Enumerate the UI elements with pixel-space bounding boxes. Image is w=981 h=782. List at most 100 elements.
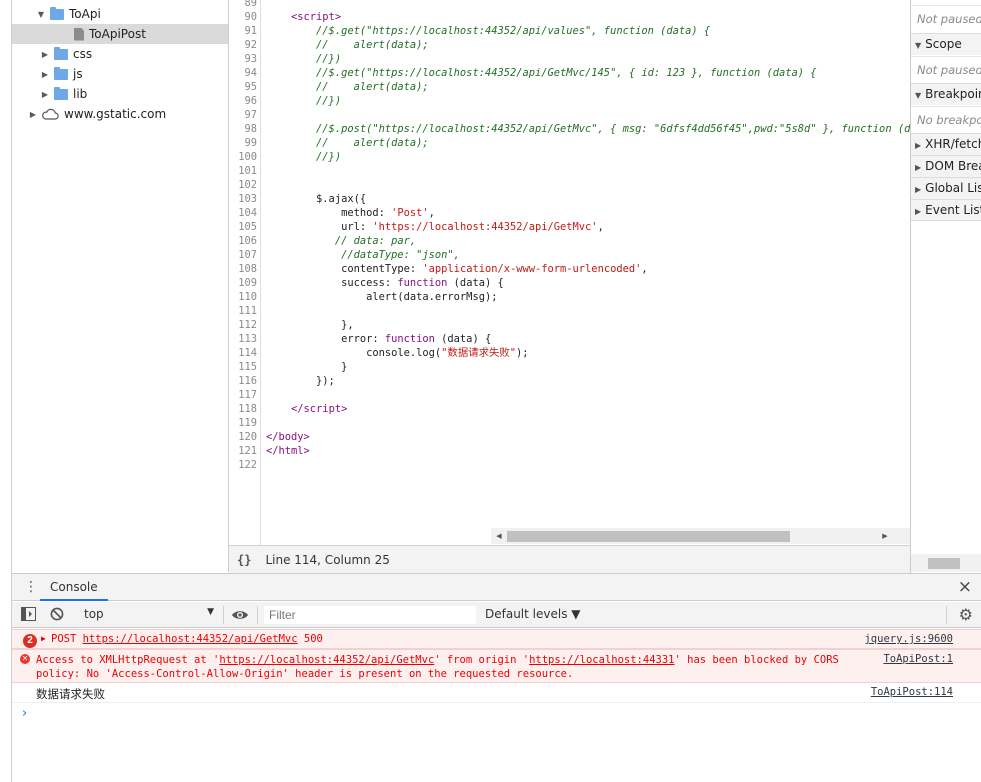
console-message-log[interactable]: 数据请求失败 ToApiPost:114 bbox=[12, 683, 981, 703]
code-line[interactable]: 102 bbox=[229, 178, 910, 192]
code-line[interactable]: 105 url: 'https://localhost:44352/api/Ge… bbox=[229, 220, 910, 234]
code-text[interactable]: } bbox=[266, 360, 347, 374]
line-number[interactable]: 116 bbox=[229, 374, 257, 388]
chevron-right-icon[interactable]: ▶ bbox=[40, 90, 50, 99]
line-number[interactable]: 93 bbox=[229, 52, 257, 66]
line-number[interactable]: 122 bbox=[229, 458, 257, 472]
code-line[interactable]: 93 //}) bbox=[229, 52, 910, 66]
line-number[interactable]: 101 bbox=[229, 164, 257, 178]
code-line[interactable]: 116 }); bbox=[229, 374, 910, 388]
line-number[interactable]: 119 bbox=[229, 416, 257, 430]
line-number[interactable]: 98 bbox=[229, 122, 257, 136]
tree-item-js[interactable]: ▶ js bbox=[12, 64, 228, 84]
code-text[interactable]: }); bbox=[266, 374, 335, 388]
code-text[interactable]: </script> bbox=[266, 402, 347, 416]
code-text[interactable]: //$.post("https://localhost:44352/api/Ge… bbox=[266, 122, 910, 136]
code-text[interactable]: // alert(data); bbox=[266, 38, 429, 52]
code-line[interactable]: 117 bbox=[229, 388, 910, 402]
console-message-error[interactable]: ✕ Access to XMLHttpRequest at 'https://l… bbox=[12, 649, 981, 683]
gear-icon[interactable]: ⚙ bbox=[959, 605, 973, 624]
sidebar-scrollbar-thumb[interactable] bbox=[928, 558, 960, 569]
code-text[interactable]: // alert(data); bbox=[266, 80, 429, 94]
code-line[interactable]: 98 //$.post("https://localhost:44352/api… bbox=[229, 122, 910, 136]
filter-input[interactable] bbox=[264, 606, 476, 624]
line-number[interactable]: 112 bbox=[229, 318, 257, 332]
clear-console-icon[interactable] bbox=[50, 607, 64, 621]
xhr-breakpoints-header[interactable]: ▶XHR/fetch Breakpoints bbox=[911, 133, 981, 155]
code-line[interactable]: 104 method: 'Post', bbox=[229, 206, 910, 220]
code-text[interactable]: success: function (data) { bbox=[266, 276, 504, 290]
tab-console[interactable]: Console bbox=[40, 574, 108, 601]
code-line[interactable]: 121 </html> bbox=[229, 444, 910, 458]
code-line[interactable]: 110 alert(data.errorMsg); bbox=[229, 290, 910, 304]
code-text[interactable]: method: 'Post', bbox=[266, 206, 435, 220]
code-text[interactable]: //}) bbox=[266, 94, 341, 108]
code-text[interactable]: </body> bbox=[266, 430, 310, 444]
code-line[interactable]: 91 //$.get("https://localhost:44352/api/… bbox=[229, 24, 910, 38]
line-number[interactable]: 111 bbox=[229, 304, 257, 318]
line-number[interactable]: 117 bbox=[229, 388, 257, 402]
chevron-right-icon[interactable]: ▶ bbox=[40, 70, 50, 79]
code-line[interactable]: 94 //$.get("https://localhost:44352/api/… bbox=[229, 66, 910, 80]
code-text[interactable]: $.ajax({ bbox=[266, 192, 366, 206]
line-number[interactable]: 105 bbox=[229, 220, 257, 234]
request-url-link[interactable]: https://localhost:44352/api/GetMvc bbox=[219, 654, 434, 666]
line-number[interactable]: 110 bbox=[229, 290, 257, 304]
eye-icon[interactable] bbox=[231, 609, 249, 621]
line-number[interactable]: 90 bbox=[229, 10, 257, 24]
line-number[interactable]: 114 bbox=[229, 346, 257, 360]
source-link[interactable]: ToApiPost:1 bbox=[883, 653, 953, 665]
code-text[interactable]: //$.get("https://localhost:44352/api/Get… bbox=[266, 66, 816, 80]
code-line[interactable]: 112 }, bbox=[229, 318, 910, 332]
code-line[interactable]: 89 bbox=[229, 0, 910, 10]
code-line[interactable]: 100 //}) bbox=[229, 150, 910, 164]
origin-url-link[interactable]: https://localhost:44331 bbox=[529, 654, 674, 666]
code-line[interactable]: 96 //}) bbox=[229, 94, 910, 108]
code-line[interactable]: 99 // alert(data); bbox=[229, 136, 910, 150]
code-line[interactable]: 113 error: function (data) { bbox=[229, 332, 910, 346]
line-number[interactable]: 107 bbox=[229, 248, 257, 262]
scope-section-header[interactable]: ▼ Scope bbox=[911, 33, 981, 55]
line-number[interactable]: 103 bbox=[229, 192, 257, 206]
code-line[interactable]: 122 bbox=[229, 458, 910, 472]
breakpoints-section-header[interactable]: ▼Breakpoints bbox=[911, 83, 981, 105]
code-line[interactable]: 103 $.ajax({ bbox=[229, 192, 910, 206]
code-text[interactable]: console.log("数据请求失败"); bbox=[266, 346, 528, 360]
code-line[interactable]: 109 success: function (data) { bbox=[229, 276, 910, 290]
code-line[interactable]: 95 // alert(data); bbox=[229, 80, 910, 94]
scroll-left-arrow-icon[interactable]: ◀ bbox=[493, 530, 505, 542]
code-line[interactable]: 92 // alert(data); bbox=[229, 38, 910, 52]
context-selector[interactable]: top ▼ bbox=[84, 607, 214, 621]
line-number[interactable]: 104 bbox=[229, 206, 257, 220]
code-editor[interactable]: 89 90 <script> 91 //$.get("https://localho… bbox=[229, 0, 910, 545]
code-line[interactable]: 115 } bbox=[229, 360, 910, 374]
code-text[interactable]: // data: par, bbox=[266, 234, 416, 248]
tree-item-lib[interactable]: ▶ lib bbox=[12, 84, 228, 104]
line-number[interactable]: 118 bbox=[229, 402, 257, 416]
line-number[interactable]: 89 bbox=[229, 0, 257, 10]
code-text[interactable]: }, bbox=[266, 318, 354, 332]
source-link[interactable]: jquery.js:9600 bbox=[864, 633, 953, 645]
line-number[interactable]: 120 bbox=[229, 430, 257, 444]
code-line[interactable]: 119 bbox=[229, 416, 910, 430]
code-text[interactable]: </html> bbox=[266, 444, 310, 458]
chevron-right-icon[interactable]: ▶ bbox=[28, 110, 38, 119]
tree-item-css[interactable]: ▶ css bbox=[12, 44, 228, 64]
line-number[interactable]: 96 bbox=[229, 94, 257, 108]
code-text[interactable]: alert(data.errorMsg); bbox=[266, 290, 497, 304]
log-levels-dropdown[interactable]: Default levels ▼ bbox=[485, 607, 581, 621]
code-line[interactable]: 118 </script> bbox=[229, 402, 910, 416]
line-number[interactable]: 92 bbox=[229, 38, 257, 52]
code-line[interactable]: 106 // data: par, bbox=[229, 234, 910, 248]
tree-item-toapi[interactable]: ▼ ToApi bbox=[12, 4, 228, 24]
code-text[interactable]: <script> bbox=[266, 10, 341, 24]
code-text[interactable]: //}) bbox=[266, 150, 341, 164]
code-text[interactable]: //}) bbox=[266, 52, 341, 66]
code-line[interactable]: 107 //dataType: "json", bbox=[229, 248, 910, 262]
horizontal-scrollbar-thumb[interactable] bbox=[507, 531, 790, 542]
line-number[interactable]: 113 bbox=[229, 332, 257, 346]
line-number[interactable]: 97 bbox=[229, 108, 257, 122]
expand-arrow-icon[interactable]: ▶ bbox=[41, 634, 46, 643]
line-number[interactable]: 108 bbox=[229, 262, 257, 276]
line-number[interactable]: 100 bbox=[229, 150, 257, 164]
